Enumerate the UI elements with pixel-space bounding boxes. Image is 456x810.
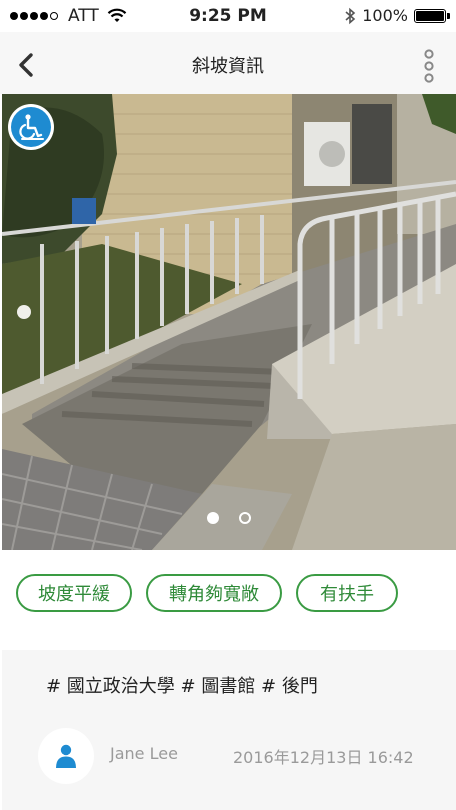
status-right: 100% — [344, 6, 450, 25]
tag-chip[interactable]: 轉角夠寬敞 — [146, 574, 282, 612]
tag-chip[interactable]: 坡度平緩 — [16, 574, 132, 612]
tags-area: 坡度平緩 轉角夠寬敞 有扶手 — [0, 550, 456, 650]
more-menu-button[interactable] — [416, 48, 442, 84]
status-bar: ATT 9:25 PM 100% — [0, 0, 456, 32]
photo-pager — [2, 512, 456, 524]
ramp-photo[interactable] — [2, 94, 456, 550]
ramp-photo-illustration — [2, 94, 456, 550]
battery-percent: 100% — [362, 6, 408, 25]
wheelchair-badge — [8, 104, 54, 150]
page-title: 斜坡資訊 — [192, 56, 264, 77]
author-name: Jane Lee — [110, 744, 178, 763]
pager-dot-1[interactable] — [207, 512, 219, 524]
avatar[interactable] — [38, 728, 94, 784]
bluetooth-icon — [345, 7, 356, 24]
post-timestamp: 2016年12月13日 16:42 — [233, 748, 414, 767]
user-icon — [56, 744, 76, 768]
battery-icon — [414, 8, 450, 23]
nav-bar: 斜坡資訊 — [0, 32, 456, 95]
tag-chip[interactable]: 有扶手 — [296, 574, 398, 612]
pager-dot-2[interactable] — [239, 512, 251, 524]
wheelchair-icon — [19, 114, 44, 140]
more-vertical-icon — [424, 49, 434, 83]
hashtags: # 國立政治大學 # 圖書館 # 後門 — [46, 676, 318, 697]
